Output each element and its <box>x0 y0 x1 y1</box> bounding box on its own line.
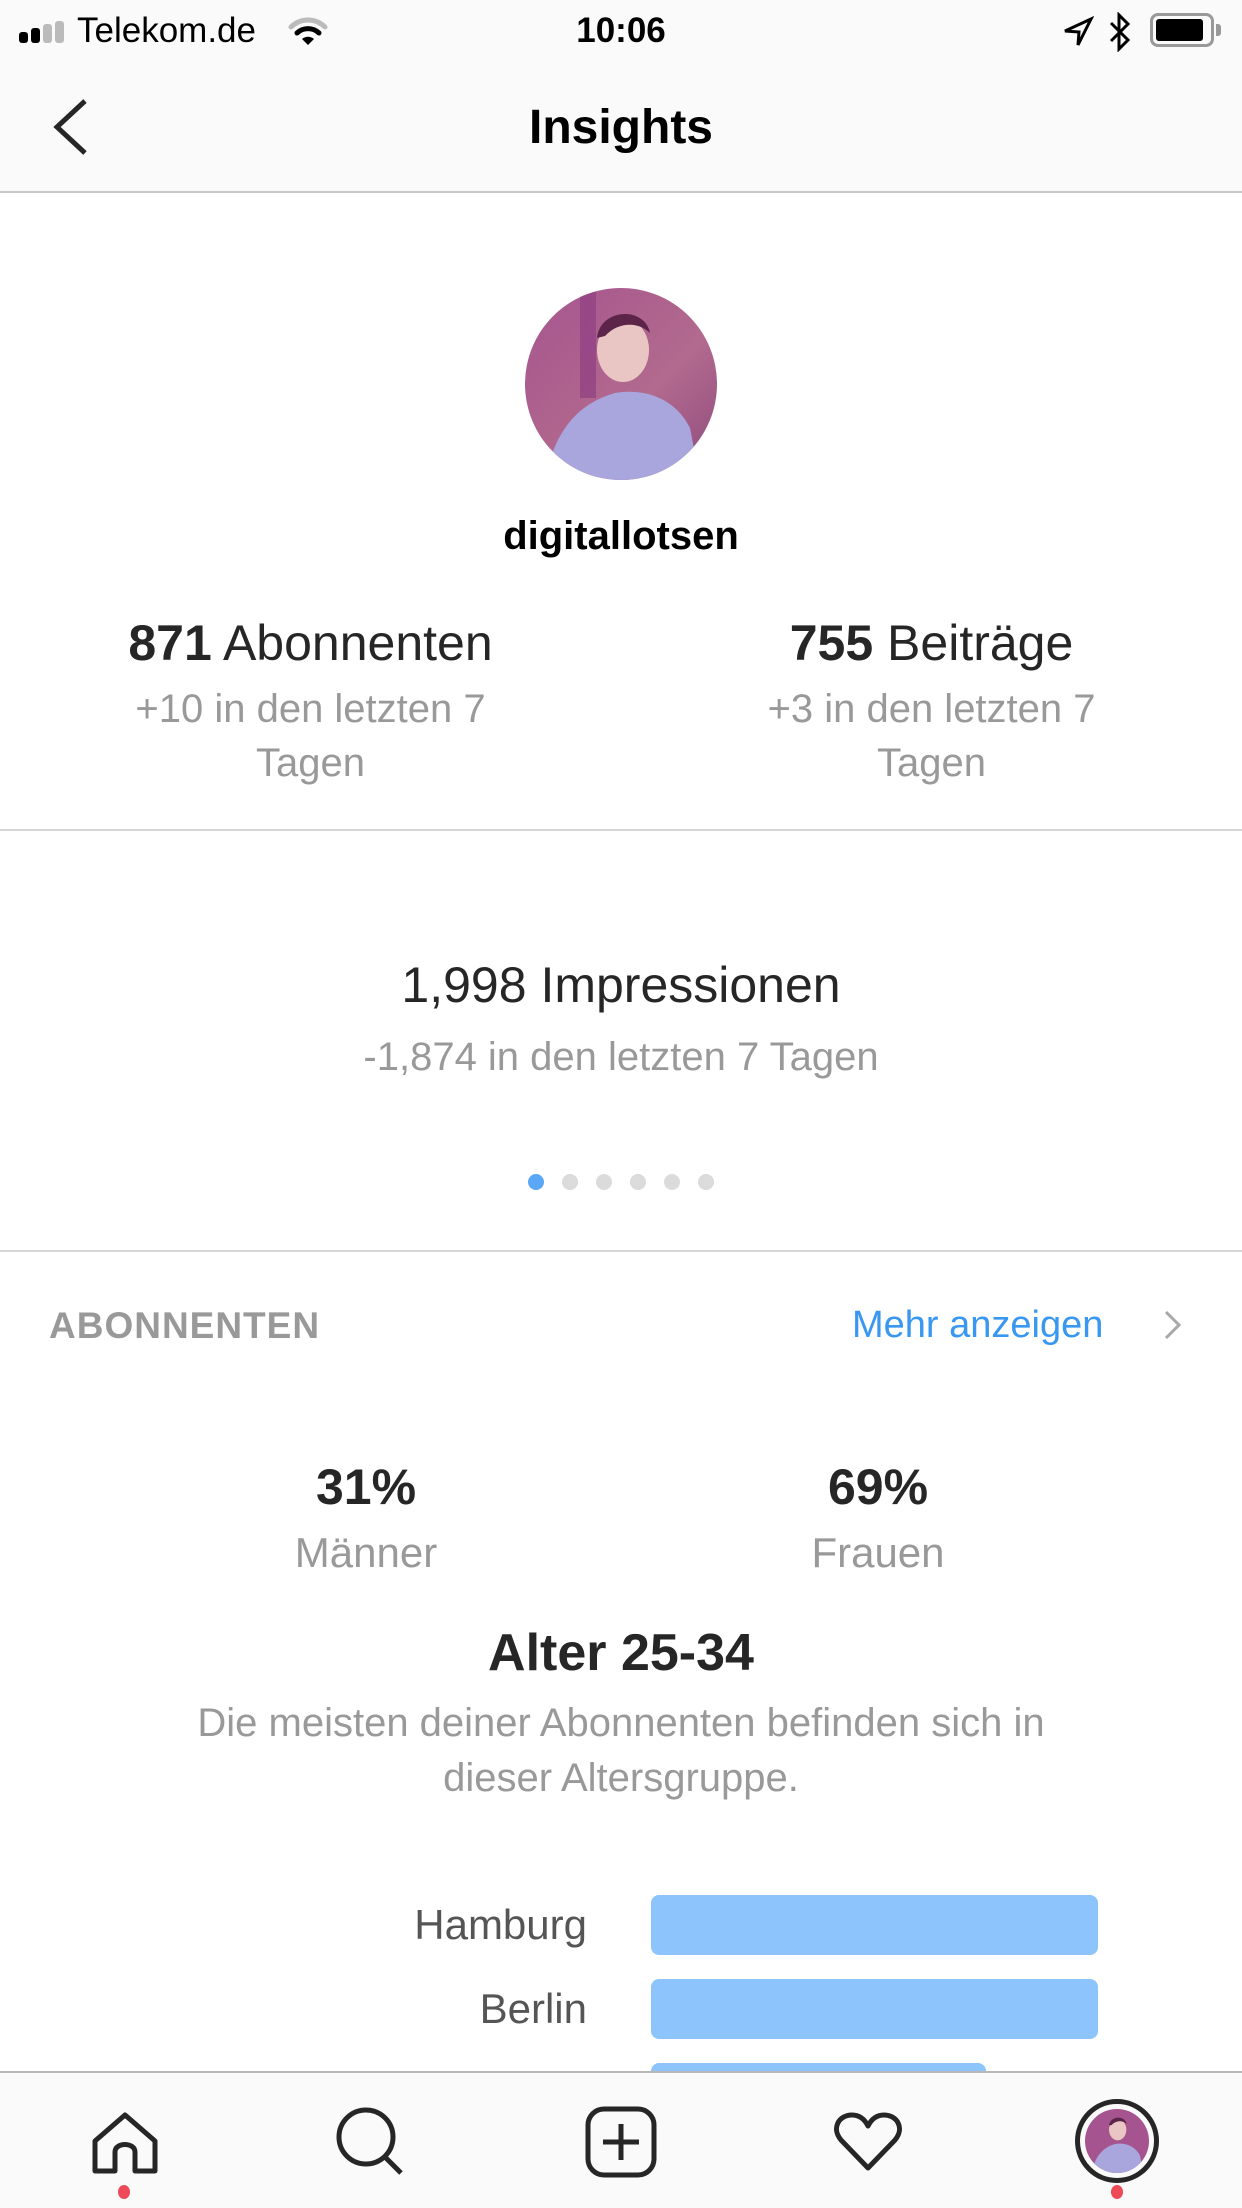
search-icon <box>336 2107 403 2175</box>
profile-photo-small <box>1085 2109 1149 2173</box>
battery-level <box>1156 19 1203 41</box>
status-bar: Telekom.de 10:06 <box>0 0 1242 62</box>
city-bar <box>651 1979 1098 2039</box>
posts-change: +3 in den letzten 7 Tagen <box>767 687 1096 785</box>
city-label: Hamburg <box>414 1901 587 1948</box>
home-icon <box>92 2112 158 2174</box>
clock: 10:06 <box>576 11 666 50</box>
profile-photo <box>525 288 717 480</box>
male-label: Männer <box>294 1529 438 1576</box>
page-dot[interactable] <box>596 1174 612 1190</box>
gender-female: 69% Frauen <box>728 1456 1028 1580</box>
age-group-title: Alter 25-34 <box>488 1624 754 1682</box>
tab-bar <box>0 2071 1242 2208</box>
page-dot[interactable] <box>562 1174 578 1190</box>
posts-count-line: 755 Beiträge <box>621 612 1242 674</box>
plus-square-icon <box>585 2106 657 2178</box>
male-percent: 31% <box>315 1459 417 1515</box>
impressions-change: -1,874 in den letzten 7 Tagen <box>363 1035 879 1079</box>
followers-count-line: 871 Abonnenten <box>0 612 621 674</box>
impressions-line: 1,998 Impressionen <box>0 954 1242 1016</box>
location-icon <box>1064 16 1094 46</box>
tab-home[interactable] <box>64 2073 184 2208</box>
followers-change: +10 in den letzten 7 Tagen <box>135 687 486 785</box>
city-label: Berlin <box>479 1985 587 2032</box>
divider <box>0 829 1242 831</box>
username: digitallotsen <box>503 514 739 558</box>
posts-label: Beiträge <box>887 615 1074 671</box>
battery-icon <box>1150 13 1214 47</box>
bluetooth-icon <box>1109 12 1131 52</box>
notification-dot <box>1111 2185 1123 2199</box>
chevron-right-icon[interactable] <box>1160 1309 1186 1341</box>
avatar <box>525 288 717 480</box>
divider <box>0 1250 1242 1252</box>
profile-avatar-icon <box>1075 2099 1159 2183</box>
tab-search[interactable] <box>308 2073 428 2208</box>
battery-nub <box>1216 24 1221 36</box>
show-more-link[interactable]: Mehr anzeigen <box>852 1302 1103 1348</box>
impressions-label: Impressionen <box>540 957 841 1013</box>
notification-dot <box>118 2185 130 2199</box>
impressions-count: 1,998 <box>401 957 527 1013</box>
page-title: Insights <box>528 101 713 154</box>
page-dot[interactable] <box>664 1174 680 1190</box>
page-dot[interactable] <box>698 1174 714 1190</box>
heart-icon <box>834 2112 902 2171</box>
age-group-description: Die meisten deiner Abonnenten befinden s… <box>197 1701 1045 1800</box>
tab-profile[interactable] <box>1057 2073 1177 2208</box>
female-percent: 69% <box>827 1459 929 1515</box>
tab-new-post[interactable] <box>561 2073 681 2208</box>
posts-stat[interactable]: 755 Beiträge +3 in den letzten 7 Tagen <box>621 612 1242 790</box>
page-indicator[interactable] <box>0 1174 1242 1190</box>
followers-stat[interactable]: 871 Abonnenten +10 in den letzten 7 Tage… <box>0 612 621 790</box>
page-dot[interactable] <box>630 1174 646 1190</box>
tab-activity[interactable] <box>808 2073 928 2208</box>
followers-label: Abonnenten <box>222 615 493 671</box>
followers-count: 871 <box>128 615 212 671</box>
navigation-bar: Insights <box>0 62 1242 193</box>
posts-count: 755 <box>789 615 874 671</box>
page-dot[interactable] <box>528 1174 544 1190</box>
city-bar <box>651 1895 1098 1955</box>
female-label: Frauen <box>811 1529 945 1576</box>
section-title: ABONNENTEN <box>49 1305 321 1346</box>
gender-male: 31% Männer <box>216 1456 516 1580</box>
